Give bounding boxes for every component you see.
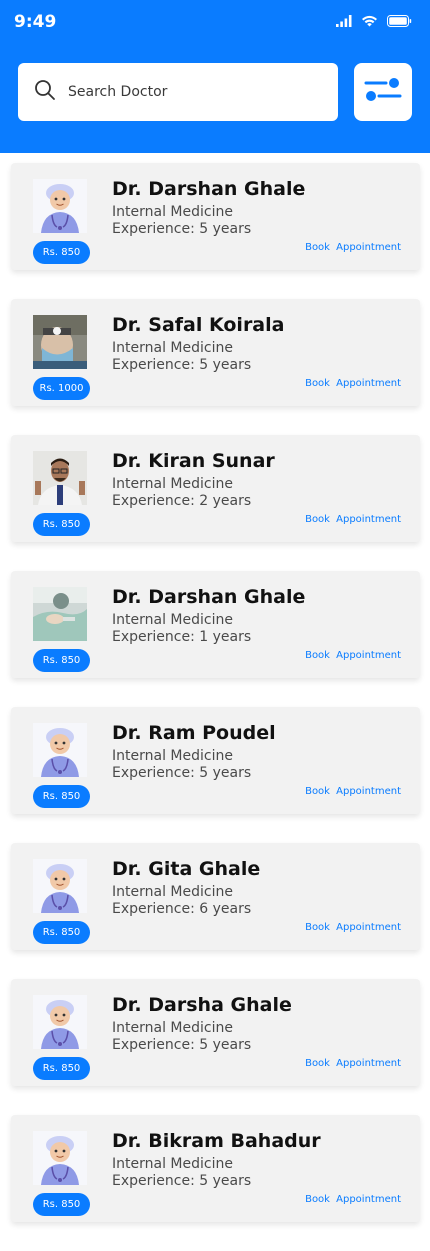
fee-badge: Rs. 850 [33,1193,90,1216]
filter-button[interactable] [354,63,412,121]
doctor-photo [33,723,87,777]
doctor-card[interactable]: Rs. 850 Dr. Bikram Bahadur Internal Medi… [11,1115,420,1222]
doctor-card[interactable]: Rs. 850 Dr. Ram Poudel Internal Medicine… [11,707,420,814]
status-time: 9:49 [14,12,57,32]
doctor-name: Dr. Ram Poudel [112,722,276,744]
doctor-name: Dr. Gita Ghale [112,858,261,880]
doctor-card[interactable]: Rs. 850 Dr. Darshan Ghale Internal Medic… [11,163,420,270]
doctor-photo [33,587,87,641]
doctor-photo [33,1131,87,1185]
doctor-name: Dr. Kiran Sunar [112,450,275,472]
search-box[interactable] [18,63,338,121]
doctor-specialty: Internal Medicine [112,1156,233,1172]
doctor-photo [33,859,87,913]
doctor-specialty: Internal Medicine [112,612,233,628]
doctor-specialty: Internal Medicine [112,340,233,356]
doctor-specialty: Internal Medicine [112,748,233,764]
fee-badge: Rs. 850 [33,1057,90,1080]
doctor-photo [33,179,87,233]
search-input[interactable] [66,83,310,101]
doctor-specialty: Internal Medicine [112,1020,233,1036]
book-appointment-link[interactable]: Book Appointment [305,786,401,797]
doctor-card[interactable]: Rs. 1000 Dr. Safal Koirala Internal Medi… [11,299,420,406]
doctor-card[interactable]: Rs. 850 Dr. Darsha Ghale Internal Medici… [11,979,420,1086]
fee-badge: Rs. 850 [33,513,90,536]
fee-badge: Rs. 850 [33,649,90,672]
doctor-name: Dr. Safal Koirala [112,314,285,336]
book-appointment-link[interactable]: Book Appointment [305,1194,401,1205]
doctor-photo [33,451,87,505]
doctor-card[interactable]: Rs. 850 Dr. Gita Ghale Internal Medicine… [11,843,420,950]
doctor-photo [33,995,87,1049]
book-appointment-link[interactable]: Book Appointment [305,650,401,661]
fee-badge: Rs. 1000 [33,377,90,400]
book-appointment-link[interactable]: Book Appointment [305,1058,401,1069]
doctor-specialty: Internal Medicine [112,476,233,492]
doctor-specialty: Internal Medicine [112,884,233,900]
doctor-experience: Experience: 6 years [112,901,252,917]
doctor-experience: Experience: 5 years [112,1037,252,1053]
doctor-photo [33,315,87,369]
status-icons [336,14,412,32]
signal-icon [336,14,352,32]
doctor-experience: Experience: 5 years [112,221,252,237]
doctor-name: Dr. Darshan Ghale [112,178,306,200]
doctor-experience: Experience: 5 years [112,1173,252,1189]
battery-icon [387,14,412,32]
doctor-experience: Experience: 5 years [112,357,252,373]
wifi-icon [361,14,378,32]
doctor-experience: Experience: 1 years [112,629,252,645]
doctor-list: Rs. 850 Dr. Darshan Ghale Internal Medic… [11,163,420,1251]
doctor-experience: Experience: 2 years [112,493,252,509]
fee-badge: Rs. 850 [33,785,90,808]
book-appointment-link[interactable]: Book Appointment [305,242,401,253]
book-appointment-link[interactable]: Book Appointment [305,514,401,525]
doctor-name: Dr. Darshan Ghale [112,586,306,608]
filter-sliders-icon [364,77,402,108]
doctor-card[interactable]: Rs. 850 Dr. Darshan Ghale Internal Medic… [11,571,420,678]
search-icon [34,79,56,106]
fee-badge: Rs. 850 [33,921,90,944]
app-header: 9:49 [0,0,430,153]
doctor-experience: Experience: 5 years [112,765,252,781]
doctor-specialty: Internal Medicine [112,204,233,220]
book-appointment-link[interactable]: Book Appointment [305,922,401,933]
doctor-name: Dr. Darsha Ghale [112,994,292,1016]
book-appointment-link[interactable]: Book Appointment [305,378,401,389]
fee-badge: Rs. 850 [33,241,90,264]
doctor-name: Dr. Bikram Bahadur [112,1130,321,1152]
doctor-card[interactable]: Rs. 850 Dr. Kiran Sunar Internal Medicin… [11,435,420,542]
